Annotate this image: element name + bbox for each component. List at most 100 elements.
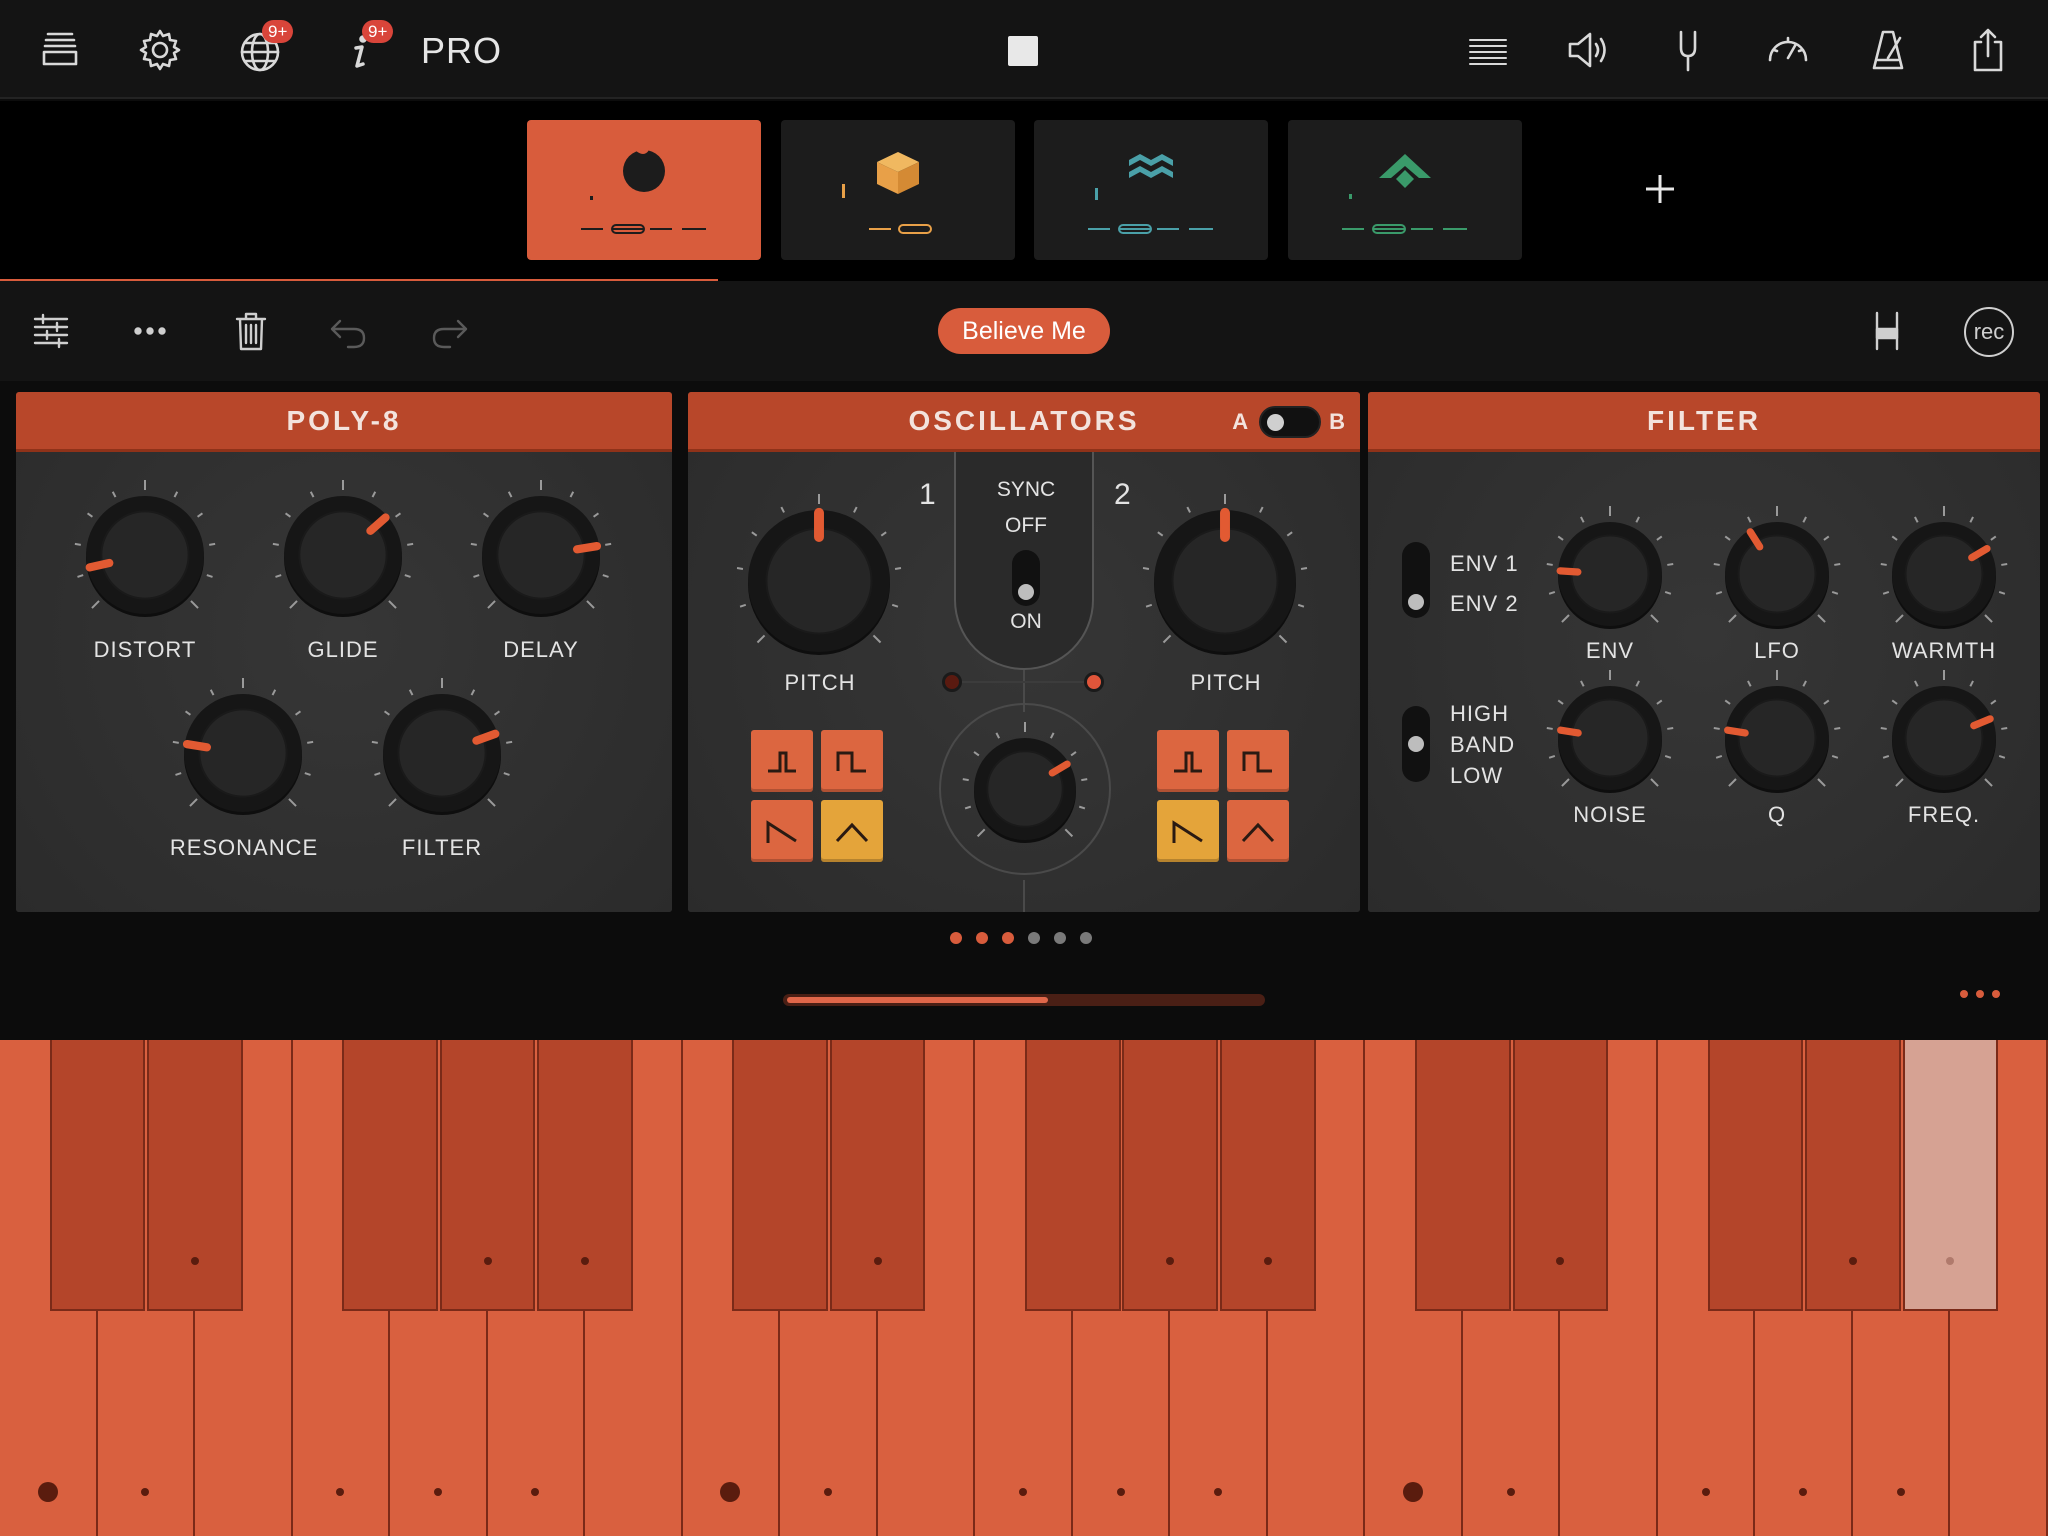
black-key[interactable] [1707, 1040, 1804, 1311]
key-dot [1214, 1488, 1223, 1496]
osc-mix-knob[interactable] [962, 722, 1088, 843]
sync-switch[interactable] [1012, 550, 1040, 606]
knob-graphic [470, 480, 612, 617]
settings-gear-icon[interactable] [132, 22, 188, 78]
ab-toggle[interactable]: A B [1232, 406, 1348, 438]
osc1-wave-pulse[interactable] [751, 730, 813, 792]
undo-icon[interactable] [322, 305, 374, 357]
toolbar: Believe Me rec [0, 281, 2048, 381]
add-track-button[interactable] [1640, 169, 1680, 209]
filter-warmth-knob[interactable] [1880, 506, 2008, 629]
osc2-wave-square[interactable] [1227, 730, 1289, 792]
black-key[interactable] [1220, 1040, 1316, 1311]
glide-knob[interactable] [272, 480, 414, 617]
poly8-title: POLY-8 [16, 392, 672, 452]
page-dot[interactable] [1028, 932, 1040, 944]
filter-q-knob[interactable] [1713, 670, 1841, 793]
black-key[interactable] [1415, 1040, 1511, 1311]
page-dot[interactable] [1080, 932, 1092, 944]
black-key[interactable] [829, 1040, 926, 1311]
black-key[interactable] [1512, 1040, 1609, 1311]
osc2-wave-triangle[interactable] [1227, 800, 1289, 862]
osc1-wave-triangle[interactable] [821, 800, 883, 862]
speaker-icon[interactable] [1560, 22, 1616, 78]
knob-graphic [962, 722, 1088, 843]
black-key[interactable] [537, 1040, 633, 1311]
keyboard-scroll-thumb[interactable] [787, 997, 1048, 1003]
knob-graphic [1880, 670, 2008, 793]
black-key[interactable] [342, 1040, 438, 1311]
track-3-wave[interactable] [1034, 120, 1268, 260]
library-icon[interactable] [32, 22, 88, 78]
globe-icon[interactable]: 9+ [232, 20, 294, 78]
filter-body: ENV 1 ENV 2 HIGH BAND LOW ENV LFO WARMTH… [1368, 452, 2040, 912]
distort-label: DISTORT [93, 637, 197, 662]
filter-type-switch[interactable] [1402, 706, 1430, 782]
sequencer-icon[interactable] [25, 305, 77, 357]
key-dot [1263, 1257, 1272, 1265]
ab-switch[interactable] [1259, 406, 1322, 438]
info-icon[interactable]: 9+ [332, 20, 394, 78]
osc2-wave-saw[interactable] [1157, 800, 1219, 862]
keyboard-scroll-track[interactable] [783, 994, 1265, 1006]
page-indicator[interactable] [950, 932, 1092, 946]
page-dot[interactable] [1054, 932, 1066, 944]
osc2-pitch-knob[interactable] [1142, 494, 1308, 655]
share-icon[interactable] [1960, 22, 2016, 78]
tuning-fork-icon[interactable] [1660, 22, 1716, 78]
filter-amount-knob[interactable] [371, 678, 513, 815]
stop-button[interactable] [1008, 36, 1038, 66]
more-icon[interactable] [124, 305, 176, 357]
mixer-lines-icon[interactable] [1460, 22, 1516, 78]
distort-knob[interactable] [74, 480, 216, 617]
speedometer-icon[interactable] [1760, 22, 1816, 78]
page-dot[interactable] [1002, 932, 1014, 944]
black-key[interactable] [732, 1040, 828, 1311]
top-bar: 9+ 9+ PRO [0, 0, 2048, 99]
redo-icon[interactable] [424, 305, 476, 357]
black-key[interactable] [49, 1040, 146, 1311]
filter-freq-knob[interactable] [1880, 670, 2008, 793]
black-key[interactable] [1024, 1040, 1121, 1311]
env-switch[interactable] [1402, 542, 1430, 618]
key-dot [1018, 1488, 1027, 1496]
page-dot[interactable] [976, 932, 988, 944]
delay-knob[interactable] [470, 480, 612, 617]
osc2-wave-pulse[interactable] [1157, 730, 1219, 792]
black-key[interactable] [1805, 1040, 1901, 1311]
pro-label[interactable]: PRO [421, 30, 502, 72]
oscillators-title: OSCILLATORS A B [688, 392, 1360, 452]
track-1-bass[interactable] [527, 120, 761, 260]
trash-icon[interactable] [225, 305, 277, 357]
metronome-icon[interactable] [1860, 22, 1916, 78]
osc1-wave-saw[interactable] [751, 800, 813, 862]
track-4-diamond[interactable] [1288, 120, 1522, 260]
filter-env-knob[interactable] [1546, 506, 1674, 629]
preset-name-button[interactable]: Believe Me [938, 308, 1110, 354]
key-dot [1701, 1488, 1710, 1496]
knob-graphic [1546, 506, 1674, 629]
split-keyboard-icon[interactable] [1861, 305, 1913, 357]
keyboard-more-icon[interactable] [1960, 990, 2000, 998]
filter-freq-label: FREQ. [1907, 802, 1981, 827]
piano-keyboard[interactable] [0, 1040, 2048, 1536]
poly8-panel: POLY-8 DISTORT GLIDE DELAY RESONANCE FIL… [16, 392, 672, 912]
black-key[interactable] [147, 1040, 243, 1311]
track-2-box[interactable] [781, 120, 1015, 260]
oscillators-panel: OSCILLATORS A B 1 2 SYNC OFF ON PITCH PI… [688, 392, 1360, 912]
key-dot [823, 1488, 832, 1496]
page-dot[interactable] [950, 932, 962, 944]
info-badge: 9+ [362, 20, 394, 43]
black-key[interactable] [439, 1040, 536, 1311]
filter-noise-knob[interactable] [1546, 670, 1674, 793]
black-key[interactable] [1902, 1040, 1999, 1311]
key-dot [1946, 1257, 1955, 1265]
osc1-pitch-knob[interactable] [736, 494, 902, 655]
rec-button[interactable]: rec [1964, 307, 2014, 357]
key-dot [873, 1257, 882, 1265]
filter-band-label: BAND [1450, 732, 1516, 757]
osc1-wave-square[interactable] [821, 730, 883, 792]
filter-lfo-knob[interactable] [1713, 506, 1841, 629]
resonance-knob[interactable] [172, 678, 314, 815]
black-key[interactable] [1122, 1040, 1219, 1311]
